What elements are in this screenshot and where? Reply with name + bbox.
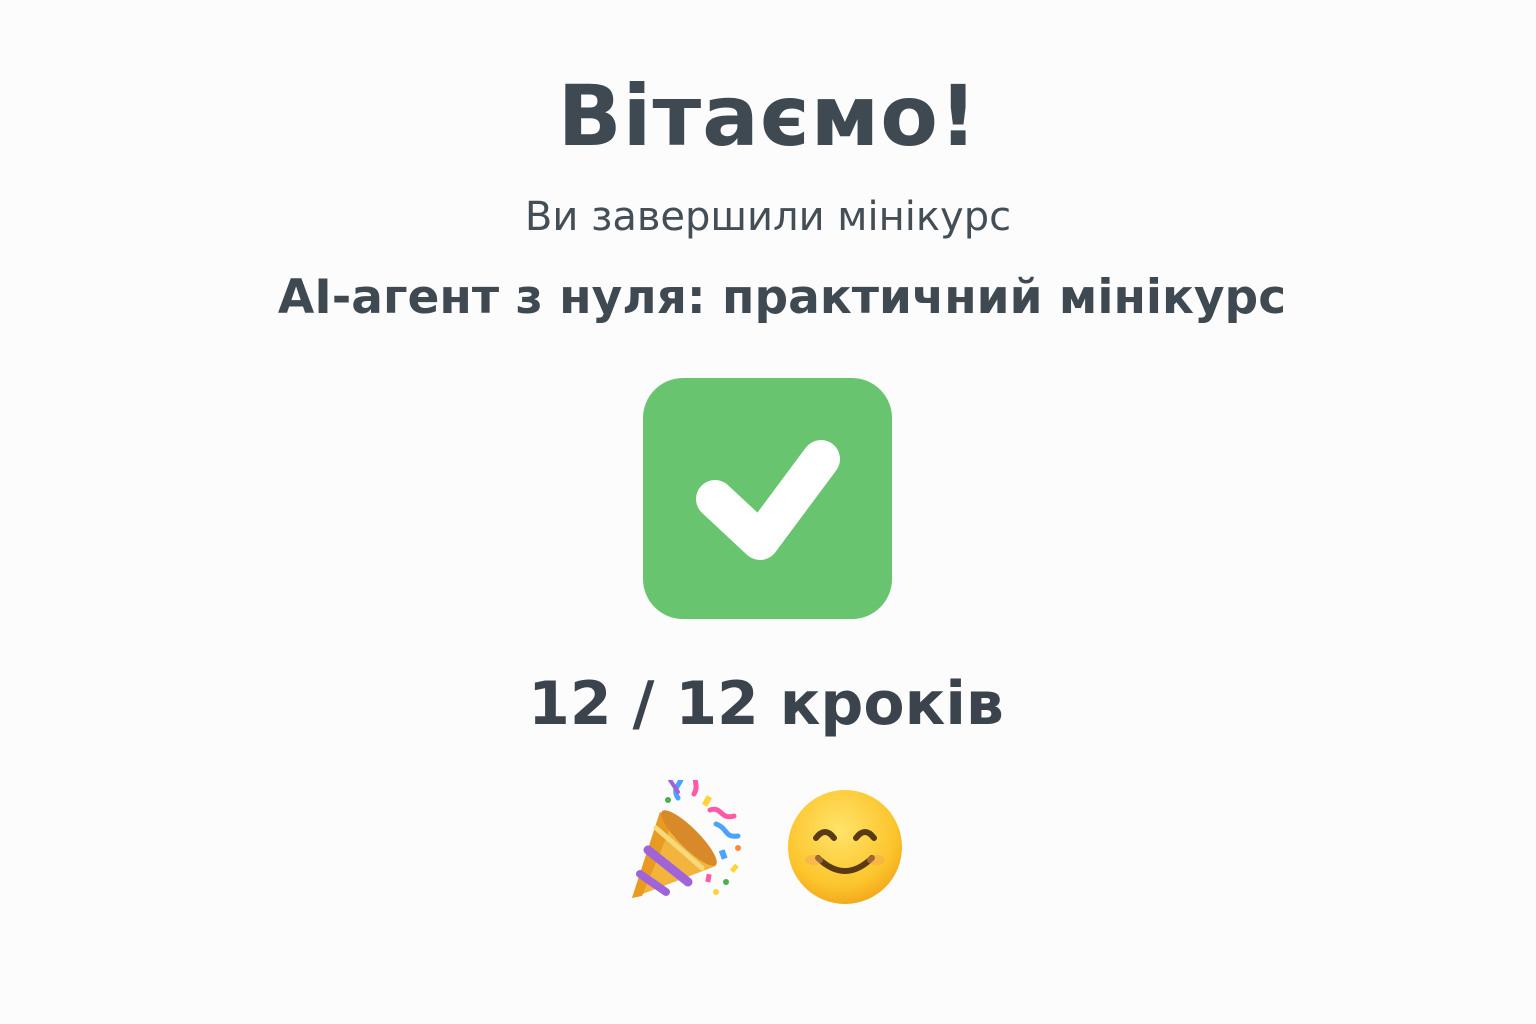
completion-subtitle: Ви завершили мінікурс bbox=[524, 194, 1012, 240]
congratulations-title: Вітаємо! bbox=[557, 67, 979, 165]
check-mark-icon bbox=[696, 440, 840, 560]
emoji-row bbox=[620, 780, 920, 910]
steps-progress: 12 / 12 кроків bbox=[528, 669, 1004, 739]
completed-badge bbox=[643, 378, 892, 619]
smiling-face-icon bbox=[788, 790, 902, 904]
course-name: AI-агент з нуля: практичний мінікурс bbox=[277, 270, 1287, 325]
party-popper-icon bbox=[632, 780, 741, 898]
completion-screen: Вітаємо! Ви завершили мінікурс AI-агент … bbox=[0, 0, 1536, 1024]
